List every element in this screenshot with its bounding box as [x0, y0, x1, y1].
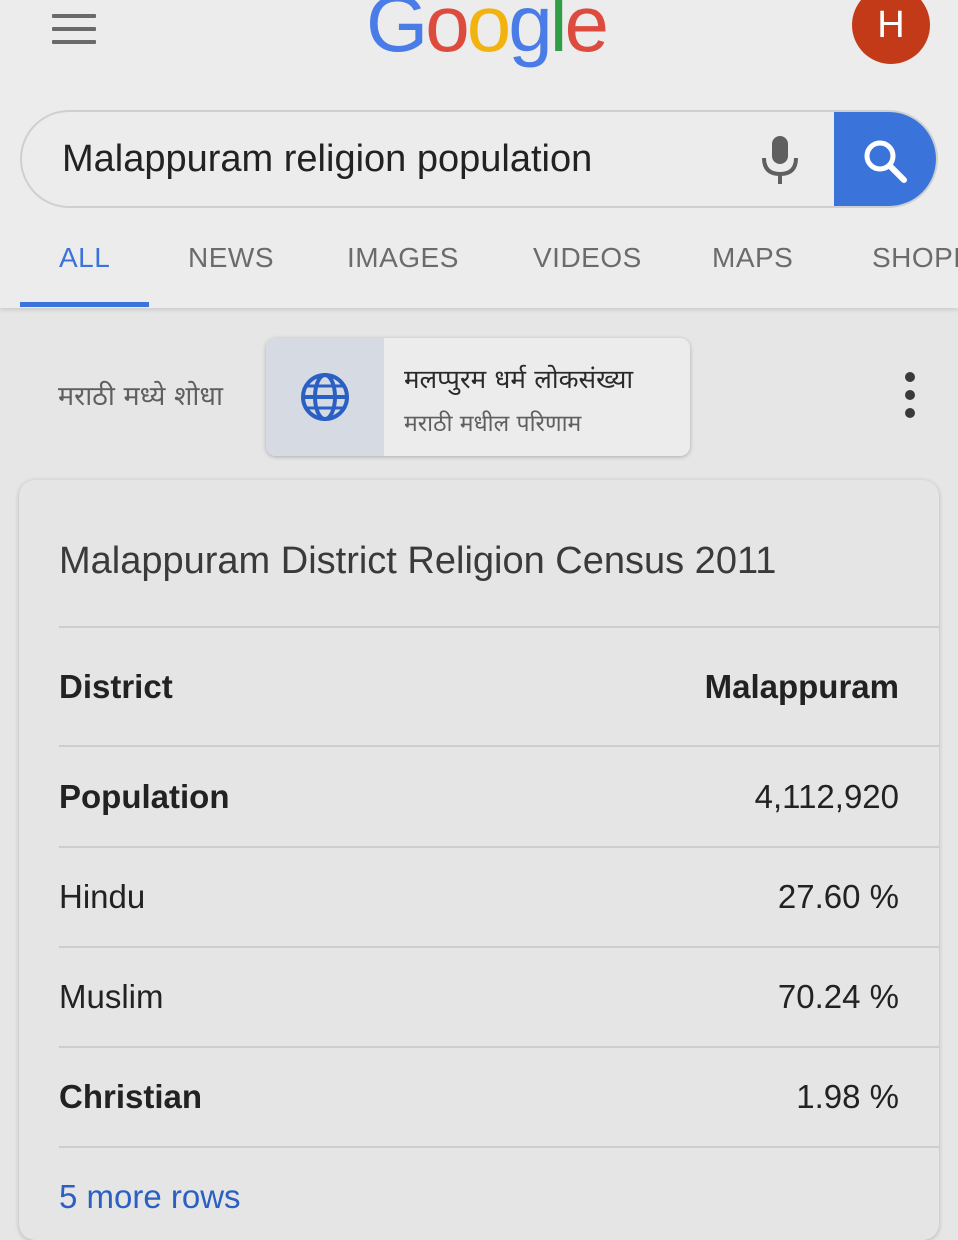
- more-rows-link[interactable]: 5 more rows: [59, 1178, 241, 1216]
- card-title: Malappuram District Religion Census 2011: [59, 540, 777, 582]
- table-row-label: Hindu: [59, 878, 146, 915]
- table-row-value: 70.24 %: [777, 978, 899, 1015]
- google-logo[interactable]: Google: [366, 0, 609, 68]
- logo-letter: l: [549, 0, 568, 68]
- language-suggestion-card[interactable]: मलप्पुरम धर्म लोकसंख्या मराठी मधील परिणा…: [266, 338, 690, 456]
- tab-videos[interactable]: VIDEOS: [533, 242, 642, 274]
- more-options-icon[interactable]: [900, 372, 920, 422]
- table-row-label: District: [59, 668, 173, 705]
- language-suggestion-label: मराठी मध्ये शोधा: [58, 381, 223, 412]
- account-avatar[interactable]: H: [852, 0, 930, 64]
- row-divider: [59, 1046, 939, 1048]
- search-input[interactable]: [62, 112, 742, 206]
- table-row-label: Muslim: [59, 978, 164, 1015]
- logo-letter: o: [425, 0, 469, 68]
- row-divider: [59, 626, 939, 628]
- table-row-value: 4,112,920: [754, 778, 899, 815]
- table-row-value: 1.98 %: [796, 1078, 899, 1115]
- table-row-label: Population: [59, 778, 230, 815]
- row-divider: [59, 745, 939, 747]
- microphone-icon[interactable]: [760, 136, 800, 186]
- row-divider: [59, 1146, 939, 1148]
- logo-letter: o: [466, 0, 511, 68]
- tab-all[interactable]: ALL: [59, 242, 110, 274]
- logo-letter: g: [508, 0, 552, 68]
- search-tabs: ALL NEWS IMAGES VIDEOS MAPS SHOPP: [0, 232, 958, 308]
- table-row-value: 27.60 %: [777, 878, 899, 915]
- table-row-value: Malappuram: [704, 668, 899, 705]
- hamburger-menu-icon[interactable]: [52, 14, 98, 48]
- census-result-card: Malappuram District Religion Census 2011…: [19, 480, 939, 1240]
- table-row-label: Christian: [59, 1078, 203, 1115]
- tab-news[interactable]: NEWS: [188, 242, 274, 274]
- globe-icon: [301, 373, 349, 421]
- language-suggestion-row: मराठी मध्ये शोधा मलप्पुरम धर्म लोकसंख्या…: [0, 330, 958, 460]
- language-suggestion-subtitle: मराठी मधील परिणाम: [404, 411, 582, 437]
- row-divider: [59, 846, 939, 848]
- language-suggestion-title: मलप्पुरम धर्म लोकसंख्या: [404, 365, 634, 395]
- tab-shopping[interactable]: SHOPP: [872, 242, 958, 274]
- search-bar: [20, 110, 938, 208]
- search-header: Google H ALL NEWS IMAGES VIDEOS MAPS SHO…: [0, 0, 958, 308]
- logo-letter: G: [366, 0, 428, 68]
- search-icon: [864, 140, 907, 183]
- tab-maps[interactable]: MAPS: [712, 242, 793, 274]
- globe-icon-container: [266, 338, 384, 456]
- row-divider: [59, 946, 939, 948]
- logo-letter: e: [564, 0, 609, 68]
- active-tab-indicator: [20, 302, 149, 307]
- search-button[interactable]: [834, 112, 936, 206]
- tab-images[interactable]: IMAGES: [347, 242, 459, 274]
